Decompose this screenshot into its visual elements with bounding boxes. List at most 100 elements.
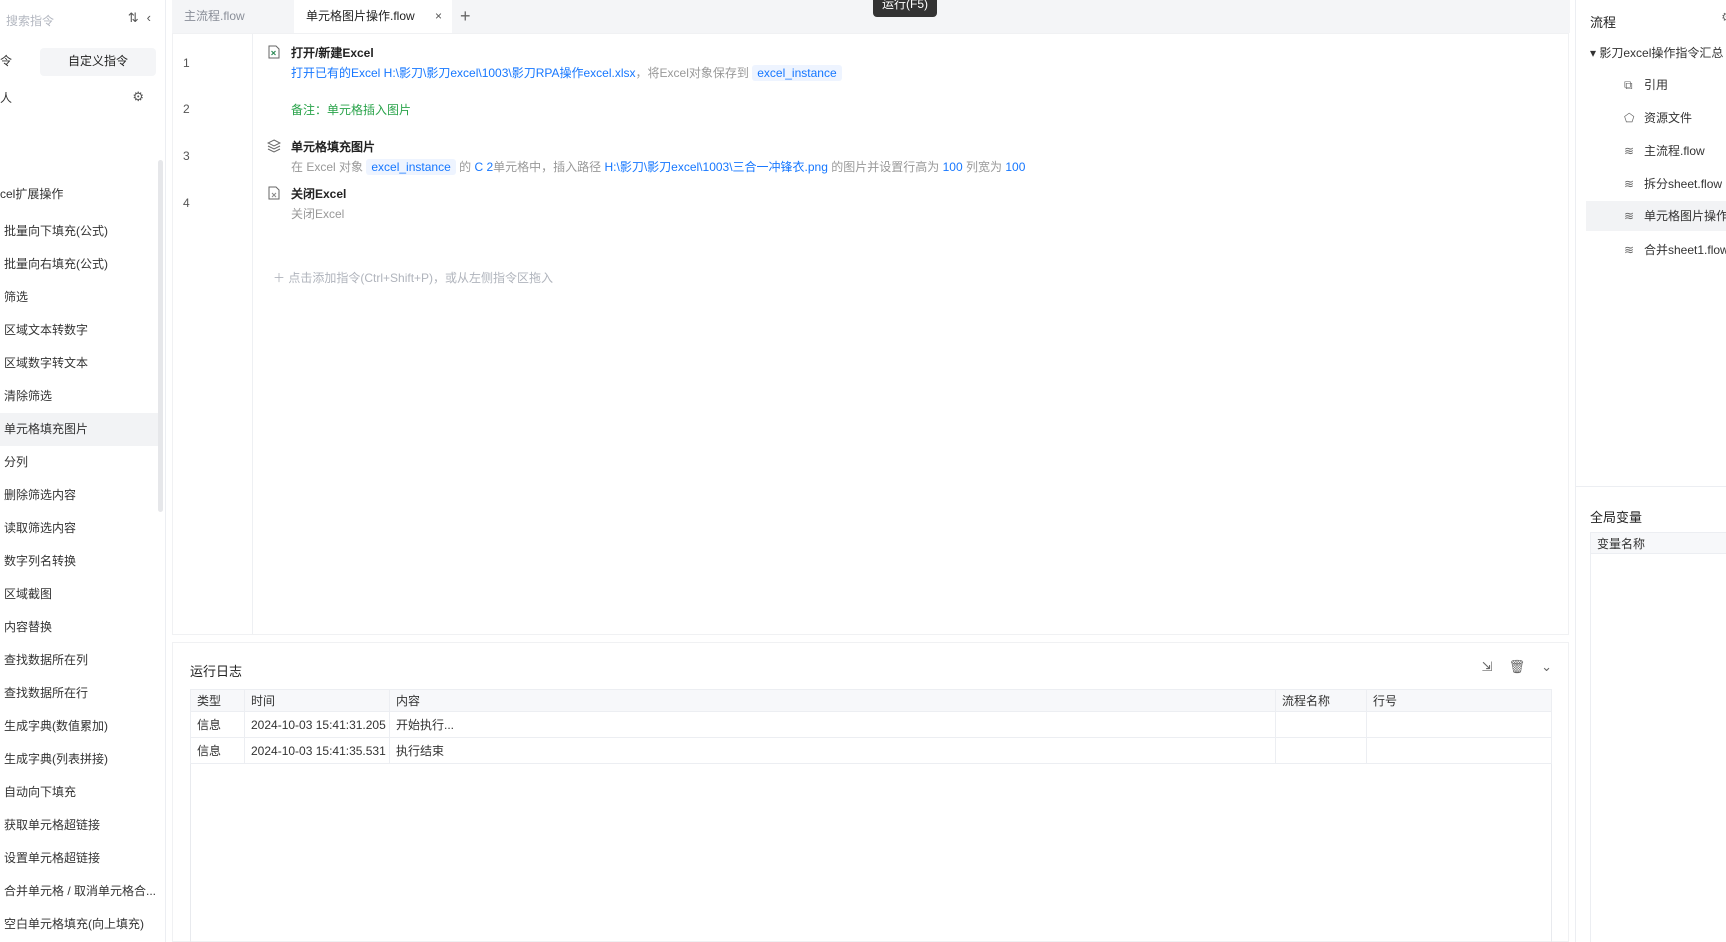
- excel-path-link[interactable]: 打开已有的Excel H:\影刀\影刀excel\1003\影刀RPA操作exc…: [291, 66, 636, 80]
- cell-ref-link[interactable]: C 2: [474, 160, 493, 174]
- collapse-icon[interactable]: ‹: [147, 10, 151, 26]
- command-item[interactable]: 清除筛选: [0, 380, 160, 413]
- image-path-link[interactable]: H:\影刀\影刀excel\1003\三合一冲锋衣.png: [605, 160, 828, 174]
- globals-title: 全局变量: [1590, 510, 1643, 525]
- command-item[interactable]: 区域数字转文本: [0, 347, 160, 380]
- tree-item-merge-sheet[interactable]: ≋ 合并sheet1.flow: [1624, 241, 1726, 258]
- table-row[interactable]: 信息 2024-10-03 15:41:31.205 开始执行...: [190, 711, 1552, 738]
- log-content: 执行结束: [389, 737, 1276, 764]
- excel-close-icon: [267, 186, 281, 200]
- tree-item-label: 主流程.flow: [1644, 144, 1705, 158]
- line-number: 2: [183, 102, 190, 116]
- step-desc-text: ，将Excel对象保存到: [635, 66, 749, 80]
- command-item[interactable]: 生成字典(数值累加): [0, 710, 160, 743]
- settings-icon[interactable]: ⚙: [1721, 10, 1726, 24]
- file-tab-bar: 主流程.flow 单元格图片操作.flow × + 运行(F5): [172, 0, 1570, 33]
- layers-icon: ≋: [1624, 144, 1635, 158]
- run-tooltip: 运行(F5): [873, 0, 937, 17]
- line-number: 1: [183, 56, 190, 70]
- flow-editor: 1 2 3 4 打开/新建Excel 打开已有的Excel H:\影刀\影刀ex…: [172, 33, 1569, 635]
- row-height-value[interactable]: 100: [943, 160, 963, 174]
- command-item[interactable]: 数字列名转换: [0, 545, 160, 578]
- tree-item-label: 引用: [1644, 78, 1669, 92]
- close-icon[interactable]: ×: [435, 0, 442, 33]
- column-header[interactable]: 流程名称: [1275, 689, 1367, 712]
- tree-item-main-flow[interactable]: ≋ 主流程.flow: [1624, 142, 1705, 159]
- project-root[interactable]: ▾ 影刀excel操作指令汇总: [1590, 44, 1723, 61]
- layers-icon: ≋: [1624, 177, 1635, 191]
- tree-item-label: 合并sheet1.flow: [1644, 243, 1726, 257]
- tab-cell-image-flow[interactable]: 单元格图片操作.flow ×: [294, 0, 452, 33]
- step-desc-text: 的: [459, 160, 472, 174]
- sort-icon[interactable]: ⇅: [128, 10, 139, 26]
- step-description: 在 Excel 对象 excel_instance 的 C 2单元格中，插入路径…: [291, 158, 1025, 175]
- column-header[interactable]: 类型: [190, 689, 245, 712]
- command-item[interactable]: 区域截图: [0, 578, 160, 611]
- command-item[interactable]: 读取筛选内容: [0, 512, 160, 545]
- command-item[interactable]: 删除筛选内容: [0, 479, 160, 512]
- chevron-down-icon[interactable]: ⌄: [1541, 659, 1552, 675]
- command-item[interactable]: 批量向右填充(公式): [0, 248, 160, 281]
- panel-divider: [1576, 486, 1726, 487]
- command-item[interactable]: 批量向下填充(公式): [0, 215, 160, 248]
- command-item[interactable]: 查找数据所在行: [0, 677, 160, 710]
- export-icon[interactable]: ⇲: [1482, 659, 1493, 675]
- add-command-hint[interactable]: ＋ 点击添加指令(Ctrl+Shift+P)，或从左侧指令区拖入: [273, 269, 553, 286]
- sidebar-scrollbar[interactable]: [158, 160, 163, 512]
- log-time: 2024-10-03 15:41:31.205: [244, 711, 390, 738]
- command-group-row[interactable]: 人 ⚙: [0, 86, 150, 108]
- command-item[interactable]: 获取单元格超链接: [0, 809, 160, 842]
- command-item[interactable]: 内容替换: [0, 611, 160, 644]
- variable-chip[interactable]: excel_instance: [752, 65, 842, 81]
- log-type: 信息: [190, 737, 245, 764]
- tab-main-flow[interactable]: 主流程.flow: [172, 0, 294, 33]
- column-header[interactable]: 行号: [1366, 689, 1552, 712]
- line-number: 3: [183, 149, 190, 163]
- col-width-value[interactable]: 100: [1005, 160, 1025, 174]
- tab-custom-commands[interactable]: 自定义指令: [40, 48, 156, 76]
- tree-item-cell-image-flow[interactable]: ≋ 单元格图片操作.flow: [1586, 201, 1726, 231]
- step-desc-text: 单元格中，插入路径: [493, 160, 602, 174]
- log-header-row: 类型 时间 内容 流程名称 行号: [190, 689, 1552, 712]
- command-item[interactable]: 空白单元格填充(向上填充): [0, 908, 160, 941]
- tree-item-label: 拆分sheet.flow: [1644, 177, 1723, 191]
- plus-icon: ＋: [273, 271, 289, 285]
- tree-item-label: 资源文件: [1644, 111, 1693, 125]
- tree-item-resources[interactable]: ⬠ 资源文件: [1624, 109, 1692, 126]
- flow-panel: 流程 ⚙ ▾ 影刀excel操作指令汇总 ⧉ 引用 ⬠ 资源文件 ≋ 主流程.flow…: [1575, 0, 1726, 942]
- table-row[interactable]: 信息 2024-10-03 15:41:35.531 执行结束: [190, 737, 1552, 764]
- command-item[interactable]: 分列: [0, 446, 160, 479]
- tree-item-split-sheet[interactable]: ≋ 拆分sheet.flow: [1624, 175, 1722, 192]
- command-item[interactable]: 查找数据所在列: [0, 644, 160, 677]
- line-number: 4: [183, 196, 190, 210]
- command-category[interactable]: cel扩展操作: [0, 186, 160, 202]
- log-type: 信息: [190, 711, 245, 738]
- trash-icon[interactable]: 🗑: [1509, 659, 1526, 675]
- variable-name-column[interactable]: 变量名称: [1590, 532, 1726, 554]
- step-title: 单元格填充图片: [291, 140, 376, 154]
- command-item[interactable]: 区域文本转数字: [0, 314, 160, 347]
- tree-item-reference[interactable]: ⧉ 引用: [1624, 76, 1668, 93]
- log-line: [1366, 737, 1552, 764]
- tab-builtin-commands[interactable]: 令: [0, 46, 40, 76]
- log-flow: [1275, 711, 1367, 738]
- tree-item-label: 单元格图片操作.flow: [1644, 209, 1726, 223]
- column-header[interactable]: 时间: [244, 689, 390, 712]
- gear-icon[interactable]: ⚙: [132, 89, 144, 105]
- add-tab-icon[interactable]: +: [460, 0, 471, 33]
- log-actions: ⇲ 🗑 ⌄: [1482, 659, 1552, 675]
- layers-icon: [266, 139, 282, 153]
- command-item-selected[interactable]: 单元格填充图片: [0, 413, 160, 446]
- command-item[interactable]: 设置单元格超链接: [0, 842, 160, 875]
- column-header[interactable]: 内容: [389, 689, 1276, 712]
- step-description: 打开已有的Excel H:\影刀\影刀excel\1003\影刀RPA操作exc…: [291, 64, 842, 81]
- variable-list: [1590, 554, 1726, 942]
- command-item[interactable]: 筛选: [0, 281, 160, 314]
- variable-chip[interactable]: excel_instance: [366, 159, 456, 175]
- command-item[interactable]: 合并单元格 / 取消单元格合...: [0, 875, 160, 908]
- command-item[interactable]: 自动向下填充: [0, 776, 160, 809]
- tab-label: 单元格图片操作.flow: [306, 9, 415, 23]
- command-tabs: 令 自定义指令: [0, 46, 156, 76]
- command-item[interactable]: 生成字典(列表拼接): [0, 743, 160, 776]
- log-content: 开始执行...: [389, 711, 1276, 738]
